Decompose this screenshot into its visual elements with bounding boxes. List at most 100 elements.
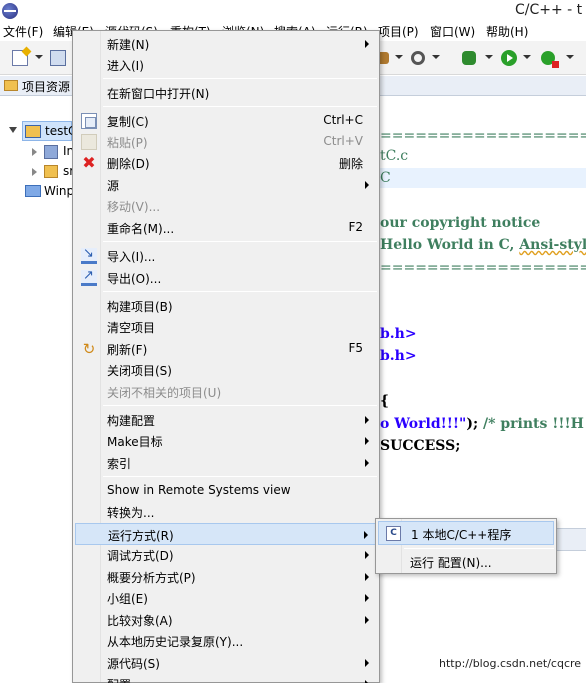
tab-label: 项目资源 [22, 80, 71, 94]
menu-separator [103, 241, 377, 242]
code-line: Hello World in C, Ansi-style [380, 237, 586, 253]
code-line: C [380, 170, 391, 186]
paste-icon [81, 134, 97, 150]
submenu-arrow-icon [365, 437, 369, 445]
project-icon [25, 125, 41, 138]
menu-item-shortcut: Ctrl+C [323, 113, 363, 127]
menu-item-label: 比较对象(A) [107, 614, 173, 628]
menu-item-profile-as[interactable]: 概要分析方式(P) [75, 566, 377, 588]
menu-window[interactable]: 窗口(W) [430, 23, 475, 40]
menu-item-source-code[interactable]: 源代码(S) [75, 652, 377, 674]
title-bar: C/C++ - t [0, 0, 586, 22]
menu-item-index[interactable]: 索引 [75, 452, 377, 474]
code-line: ==================== [380, 260, 586, 276]
menu-project[interactable]: 项目(P) [378, 23, 419, 40]
menu-item-restore-from-history[interactable]: 从本地历史记录复原(Y)... [75, 630, 377, 652]
chevron-down-icon[interactable] [566, 55, 574, 59]
window-title: C/C++ - t [515, 2, 583, 18]
gear-icon[interactable] [411, 51, 425, 65]
code-line: our copyright notice [380, 215, 541, 231]
menu-item-label: 源代码(S) [107, 657, 160, 671]
chevron-down-icon[interactable] [432, 55, 440, 59]
menu-item-new[interactable]: 新建(N) [75, 33, 377, 55]
menu-item-label: 运行方式(R) [108, 529, 174, 543]
menu-item-local-cpp-app[interactable]: C 1 本地C/C++程序 [378, 521, 554, 545]
menu-item-run-as[interactable]: 运行方式(R) [75, 523, 377, 545]
menu-item-clean-project[interactable]: 清空项目 [75, 316, 377, 338]
includes-icon [44, 145, 58, 159]
menu-item-compare-with[interactable]: 比较对象(A) [75, 609, 377, 631]
menu-item-close-project[interactable]: 关闭项目(S) [75, 359, 377, 381]
delete-icon: ✖ [82, 153, 96, 172]
menu-item-open-in-new-window[interactable]: 在新窗口中打开(N) [75, 82, 377, 104]
chevron-down-icon[interactable] [523, 55, 531, 59]
expand-icon[interactable] [32, 168, 37, 176]
run-icon[interactable] [501, 50, 517, 66]
menu-item-shortcut: Ctrl+V [323, 134, 363, 148]
menu-item-label: 关闭不相关的项目(U) [107, 386, 222, 400]
code-string: o World!!!" [380, 416, 467, 432]
submenu-arrow-icon [365, 416, 369, 424]
code-line: ==================== [380, 128, 586, 144]
menu-item-label: 构建项目(B) [107, 300, 173, 314]
menu-help[interactable]: 帮助(H) [486, 23, 528, 40]
menu-item-label: 删除(D) [107, 157, 150, 171]
menu-item-import[interactable]: 导入(I)... [75, 245, 377, 267]
tree-item-project[interactable]: testC [22, 121, 76, 141]
submenu-arrow-icon [364, 531, 368, 539]
menu-item-build-project[interactable]: 构建项目(B) [75, 295, 377, 317]
code-line: b.h> [380, 348, 417, 364]
menu-item-delete[interactable]: ✖ 删除(D) 删除 [75, 152, 377, 174]
menu-item-label: 运行 配置(N)... [410, 556, 492, 570]
menu-item-export[interactable]: 导出(O)... [75, 267, 377, 289]
expand-icon[interactable] [9, 127, 17, 133]
submenu-arrow-icon [365, 181, 369, 189]
menu-item-source[interactable]: 源 [75, 174, 377, 196]
menu-item-convert-to[interactable]: 转换为... [75, 501, 377, 523]
chevron-down-icon[interactable] [35, 55, 43, 59]
debug-icon[interactable] [462, 51, 476, 65]
code-text: ); [466, 416, 484, 432]
menu-item-refresh[interactable]: ↻ 刷新(F) F5 [75, 338, 377, 360]
menu-item-rename[interactable]: 重命名(M)... F2 [75, 217, 377, 239]
menu-item-label: Make目标 [107, 435, 163, 449]
menu-item-move[interactable]: 移动(V)... [75, 195, 377, 217]
menu-item-paste[interactable]: 粘贴(P) Ctrl+V [75, 131, 377, 153]
menu-item-run-configurations[interactable]: 运行 配置(N)... [378, 550, 554, 574]
menu-item-build-config[interactable]: 构建配置 [75, 409, 377, 431]
code-line: tC.c [380, 148, 409, 164]
menu-file[interactable]: 文件(F) [3, 23, 43, 40]
menu-item-show-remote-systems[interactable]: Show in Remote Systems view [75, 480, 377, 502]
menu-item-label: 导出(O)... [107, 272, 162, 286]
menu-separator [103, 106, 377, 107]
chevron-down-icon[interactable] [395, 55, 403, 59]
menu-separator [103, 476, 377, 477]
menu-item-debug-as[interactable]: 调试方式(D) [75, 544, 377, 566]
submenu-arrow-icon [365, 573, 369, 581]
menu-item-label: 进入(I) [107, 59, 144, 73]
menu-item-label: 重命名(M)... [107, 222, 175, 236]
menu-item-label: 粘贴(P) [107, 136, 148, 150]
menu-item-label: 配置 [107, 676, 131, 683]
expand-icon[interactable] [32, 148, 37, 156]
new-icon[interactable] [12, 50, 28, 66]
run-as-submenu: C 1 本地C/C++程序 运行 配置(N)... [375, 518, 557, 574]
menu-item-label: 调试方式(D) [107, 549, 174, 563]
submenu-arrow-icon [365, 551, 369, 559]
save-icon[interactable] [50, 50, 66, 66]
menu-item-make-targets[interactable]: Make目标 [75, 430, 377, 452]
menu-item-label: 构建配置 [107, 414, 156, 428]
menu-item-close-unrelated[interactable]: 关闭不相关的项目(U) [75, 381, 377, 403]
external-tools-icon[interactable] [541, 51, 559, 68]
menu-item-label: 新建(N) [107, 38, 150, 52]
menu-item-label: Show in Remote Systems view [107, 483, 291, 497]
chevron-down-icon[interactable] [485, 55, 493, 59]
menu-item-configure[interactable]: 配置 [75, 673, 377, 683]
submenu-arrow-icon [365, 594, 369, 602]
menu-item-team[interactable]: 小组(E) [75, 587, 377, 609]
submenu-arrow-icon [365, 616, 369, 624]
code-line: SUCCESS; [380, 438, 461, 454]
code-text-warning: Ansi-style [519, 237, 586, 253]
menu-item-go-into[interactable]: 进入(I) [75, 54, 377, 76]
menu-item-copy[interactable]: 复制(C) Ctrl+C [75, 110, 377, 132]
